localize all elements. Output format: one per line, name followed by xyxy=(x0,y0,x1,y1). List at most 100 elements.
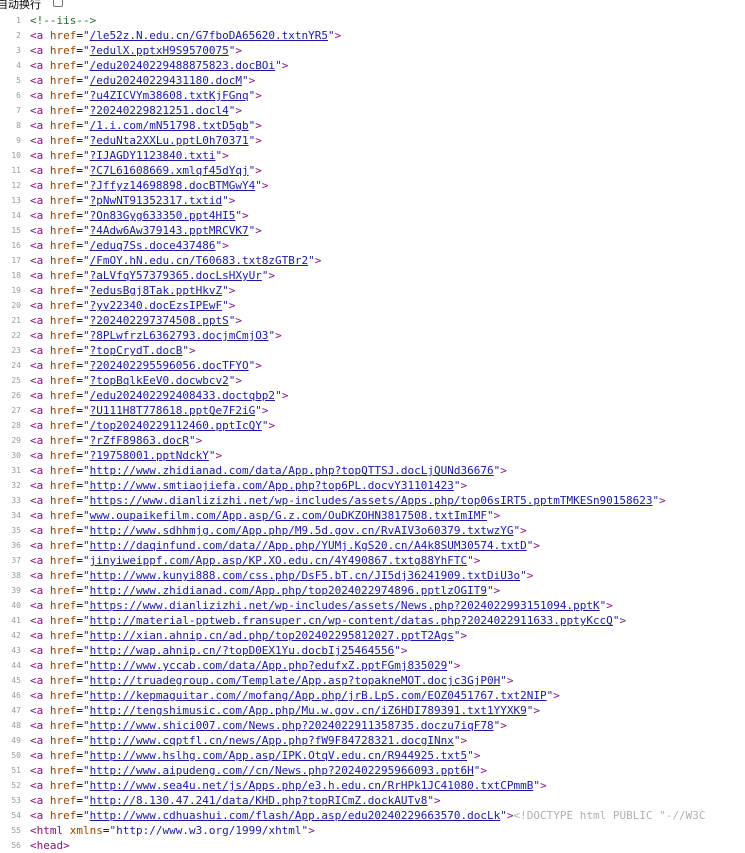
equals-sign: = xyxy=(76,59,83,72)
href-link[interactable]: https://www.dianlizizhi.net/wp-includes/… xyxy=(90,494,653,507)
source-line: 43 <a href="http://wap.ahnip.cn/?topD0EX1… xyxy=(0,643,745,658)
href-link[interactable]: ?edulX.pptxH9S9570075 xyxy=(90,44,229,57)
href-link[interactable]: ?On83Gyg633350.ppt4HI5 xyxy=(90,209,236,222)
href-link[interactable]: ?IJAGDY1123840.txti xyxy=(90,149,216,162)
href-link[interactable]: ?202402295596056.docTFYO xyxy=(90,359,249,372)
tag-close: > xyxy=(228,284,236,297)
href-link[interactable]: ?Jffyz14698898.docBTMGwY4 xyxy=(90,179,256,192)
href-link[interactable]: http://www.smtiaojiefa.com/App.php?top6P… xyxy=(90,479,454,492)
href-link[interactable]: ?yv22340.docEzsIPEwF xyxy=(90,299,222,312)
href-link[interactable]: ?19758001.pptNdckY xyxy=(90,449,209,462)
tag-open: <a xyxy=(30,464,50,477)
line-number: 9 xyxy=(16,136,21,145)
source-line: 9 <a href="?eduNta2XXLu.pptL0h70371"> xyxy=(0,133,745,148)
href-link[interactable]: http://www.hslhg.com/App.asp/IPK.OtqV.ed… xyxy=(90,749,468,762)
href-link[interactable]: jinyiweippf.com/App.asp/KP.XO.edu.cn/4Y4… xyxy=(90,554,468,567)
line-number: 29 xyxy=(11,436,21,445)
href-link[interactable]: ?aLVfqY57379365.docLsHXyUr xyxy=(90,269,262,282)
line-code: <a href="http://tengshimusic.com/App.php… xyxy=(30,703,540,718)
tag-open: <a xyxy=(30,329,50,342)
href-link[interactable]: http://www.cqptfl.cn/news/App.php?fW9F84… xyxy=(90,734,454,747)
href-link[interactable]: ?4Adw6Aw379143.pptMRCVK7 xyxy=(90,224,249,237)
tag-close: > xyxy=(228,194,236,207)
href-link[interactable]: http://www.sea4u.net/js/Apps.php/e3.h.ed… xyxy=(90,779,534,792)
href-link[interactable]: ?pNwNT91352317.txtid xyxy=(90,194,222,207)
href-link[interactable]: ?C7L61608669.xmlqf45dYqj xyxy=(90,164,249,177)
href-link[interactable]: /FmOY.hN.edu.cn/T60683.txt8zGTBr2 xyxy=(90,254,309,267)
href-link[interactable]: /eduq7Ss.doce437486 xyxy=(90,239,216,252)
line-number: 39 xyxy=(11,586,21,595)
tag-close: > xyxy=(314,254,322,267)
equals-sign: = xyxy=(76,104,83,117)
source-line: 50 <a href="http://www.hslhg.com/App.asp/… xyxy=(0,748,745,763)
href-link[interactable]: http://www.shici007.com/News.php?2024022… xyxy=(90,719,494,732)
line-number: 33 xyxy=(11,496,21,505)
equals-sign: = xyxy=(76,464,83,477)
href-link[interactable]: http://www.yccab.com/data/App.php?edufxZ… xyxy=(90,659,448,672)
tag-open: <a xyxy=(30,299,50,312)
line-number: 25 xyxy=(11,376,21,385)
href-link[interactable]: /edu20240229431180.docM xyxy=(90,74,242,87)
href-link[interactable]: /le52z.N.edu.cn/G7fboDA65620.txtnYR5 xyxy=(90,29,328,42)
equals-sign: = xyxy=(76,509,83,522)
line-number: 34 xyxy=(11,511,21,520)
href-link[interactable]: ?8PLwfrzL6362793.docjmCmjO3 xyxy=(90,329,269,342)
line-code: <a href="http://www.sdhhmjg.com/App.php/… xyxy=(30,523,527,538)
href-link[interactable]: ?202402297374508.pptS xyxy=(90,314,229,327)
tag-open: <a xyxy=(30,569,50,582)
href-link[interactable]: http://kepmaguitar.com//mofang/App.php/j… xyxy=(90,689,547,702)
href-link[interactable]: http://www.kunyi888.com/css.php/DsF5.bT.… xyxy=(90,569,520,582)
tag-close: > xyxy=(255,89,262,102)
source-line: 16 <a href="/eduq7Ss.doce437486"> xyxy=(0,238,745,253)
href-link[interactable]: /1.i.com/mN51798.txtD5gb xyxy=(90,119,249,132)
line-number: 19 xyxy=(11,286,21,295)
href-link[interactable]: http://wap.ahnip.cn/?topD0EX1Yu.docbIj25… xyxy=(90,644,395,657)
tag-close: > xyxy=(248,74,256,87)
href-link[interactable]: http://truadegroup.com/Template/App.asp?… xyxy=(90,674,501,687)
tag-close: > xyxy=(195,434,203,447)
line-code: <a href="/top20240229112460.pptIcQY"> xyxy=(30,418,275,433)
href-link[interactable]: http://material-pptweb.fransuper.cn/wp-c… xyxy=(90,614,613,627)
tag-open: <a xyxy=(30,674,50,687)
tag-open: <a xyxy=(30,44,50,57)
attr-name: href xyxy=(49,449,77,462)
tag-open: <a xyxy=(30,749,50,762)
href-link[interactable]: http://daqinfund.com/data//App.php/YUMj.… xyxy=(90,539,527,552)
source-line: 36 <a href="http://daqinfund.com/data//Ap… xyxy=(0,538,745,553)
href-link[interactable]: /top20240229112460.pptIcQY xyxy=(90,419,262,432)
href-link[interactable]: http://www.cdhuashui.com/flash/App.asp/e… xyxy=(90,809,501,822)
href-link[interactable]: http://www.zhidianad.com/data/App.php?to… xyxy=(90,464,494,477)
line-number: 41 xyxy=(11,616,21,625)
href-link[interactable]: www.oupaikefilm.com/App.asp/G.z.com/OuDK… xyxy=(90,509,487,522)
quote-open: " xyxy=(83,644,90,657)
href-link[interactable]: https://www.dianlizizhi.net/wp-includes/… xyxy=(90,599,600,612)
href-link[interactable]: http://www.zhidianad.com/App.php/top2024… xyxy=(90,584,487,597)
href-link[interactable]: ?rZfF89863.docR xyxy=(90,434,189,447)
href-link[interactable]: ?edusBgj8Tak.pptHkvZ xyxy=(90,284,222,297)
source-viewer[interactable]: 1 <!--iis--> 2 <a href="/le52z.N.edu.cn/G7f… xyxy=(0,13,745,853)
quote-open: " xyxy=(83,194,90,207)
line-number: 49 xyxy=(11,736,21,745)
quote-open: " xyxy=(83,344,90,357)
line-number: 11 xyxy=(11,166,21,175)
quote-open: " xyxy=(83,584,90,597)
href-link[interactable]: /edu20240229488875823.docBOi xyxy=(90,59,275,72)
href-link[interactable]: ?topBqlkEeV0.docwbcv2 xyxy=(90,374,229,387)
source-line: 7 <a href="?20240229821251.docl4"> xyxy=(0,103,745,118)
href-link[interactable]: http://www.sdhhmjg.com/App.php/M9.5d.gov… xyxy=(90,524,514,537)
href-link[interactable]: http://8.130.47.241/data/KHD.php?topRICm… xyxy=(90,794,428,807)
href-link[interactable]: http://xian.ahnip.cn/ad.php/top202402295… xyxy=(90,629,454,642)
quote-close: " xyxy=(222,284,229,297)
href-link[interactable]: http://www.aipudeng.com//cn/News.php?202… xyxy=(90,764,474,777)
href-link[interactable]: ?u4ZICVYm38608.txtKjFGnq xyxy=(90,89,249,102)
equals-sign: = xyxy=(76,239,83,252)
href-link[interactable]: /edu202402292408433.doctqbp2 xyxy=(90,389,275,402)
source-line: 42 <a href="http://xian.ahnip.cn/ad.php/t… xyxy=(0,628,745,643)
href-link[interactable]: ?eduNta2XXLu.pptL0h70371 xyxy=(90,134,249,147)
source-line: 15 <a href="?4Adw6Aw379143.pptMRCVK7"> xyxy=(0,223,745,238)
href-link[interactable]: ?U111H8T778618.pptQe7F2iG xyxy=(90,404,256,417)
word-wrap-checkbox[interactable] xyxy=(53,0,63,7)
href-link[interactable]: http://tengshimusic.com/App.php/Mu.w.gov… xyxy=(90,704,527,717)
href-link[interactable]: ?20240229821251.docl4 xyxy=(90,104,229,117)
href-link[interactable]: ?topCrydT.docB xyxy=(90,344,183,357)
